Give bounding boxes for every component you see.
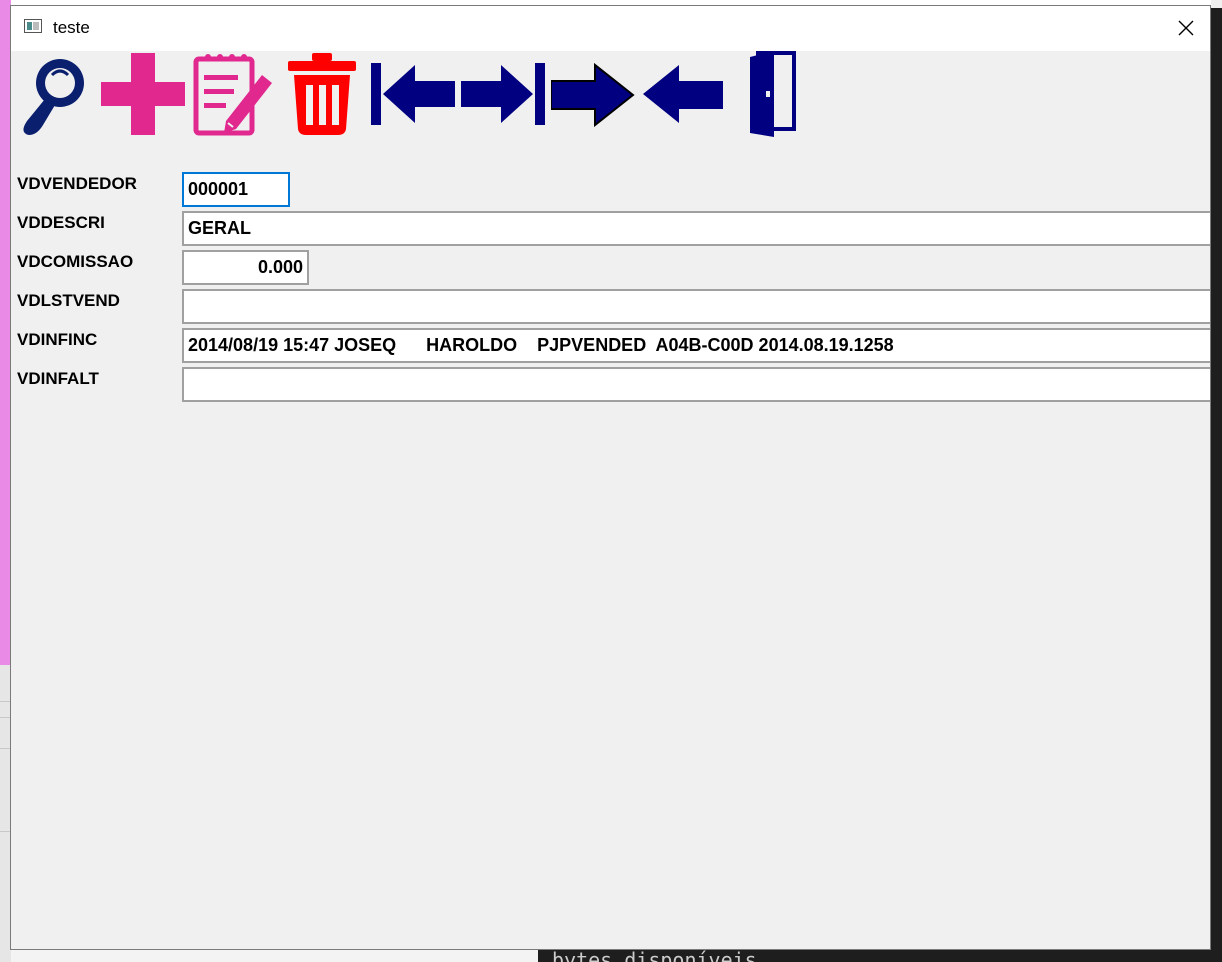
close-button[interactable] xyxy=(1162,6,1210,51)
label-vdlstvend: VDLSTVEND xyxy=(17,291,120,310)
vddescri-input[interactable]: GERAL xyxy=(182,211,1210,246)
arrow-right-icon xyxy=(550,62,635,128)
app-window: teste VDVENDEDOR 000001 VDDESCRI GERAL V… xyxy=(10,5,1211,950)
delete-button[interactable] xyxy=(286,51,358,141)
magnifier-icon xyxy=(23,59,84,135)
add-button[interactable] xyxy=(101,51,185,141)
background-terminal-right xyxy=(1211,0,1222,962)
last-record-button[interactable] xyxy=(461,51,547,141)
vdvendedor-input[interactable]: 000001 xyxy=(182,172,290,207)
app-icon xyxy=(24,19,42,33)
door-exit-icon xyxy=(750,51,796,137)
label-vdcomissao: VDCOMISSAO xyxy=(17,252,134,271)
label-vdvendedor: VDVENDEDOR xyxy=(17,174,137,193)
exit-button[interactable] xyxy=(746,51,798,141)
background-terminal: bytes disponíveis xyxy=(538,950,1222,962)
vdinfalt-input[interactable] xyxy=(182,367,1210,402)
first-record-button[interactable] xyxy=(371,51,455,141)
notepad-edit-icon xyxy=(193,54,272,136)
window-title: teste xyxy=(53,18,90,37)
vdinfinc-input[interactable]: 2014/08/19 15:47 JOSEQ HAROLDO PJPVENDED… xyxy=(182,328,1210,363)
search-button[interactable] xyxy=(15,51,93,141)
vdcomissao-input[interactable]: 0.000 xyxy=(182,250,309,285)
close-icon xyxy=(1178,20,1194,36)
toolbar xyxy=(11,51,811,141)
label-vddescri: VDDESCRI xyxy=(17,213,105,232)
plus-icon xyxy=(101,53,185,135)
edit-button[interactable] xyxy=(192,51,274,141)
vdlstvend-input[interactable] xyxy=(182,289,1210,324)
title-bar[interactable]: teste xyxy=(11,6,1210,51)
label-vdinfinc: VDINFINC xyxy=(17,330,98,349)
arrow-last-icon xyxy=(461,63,545,125)
background-bottom-left xyxy=(11,950,538,962)
terminal-text: bytes disponíveis xyxy=(552,950,757,962)
arrow-left-icon xyxy=(643,65,723,123)
next-record-button[interactable] xyxy=(550,51,635,141)
trash-icon xyxy=(288,53,356,135)
previous-record-button[interactable] xyxy=(641,51,725,141)
arrow-first-icon xyxy=(371,63,455,125)
label-vdinfalt: VDINFALT xyxy=(17,369,99,388)
